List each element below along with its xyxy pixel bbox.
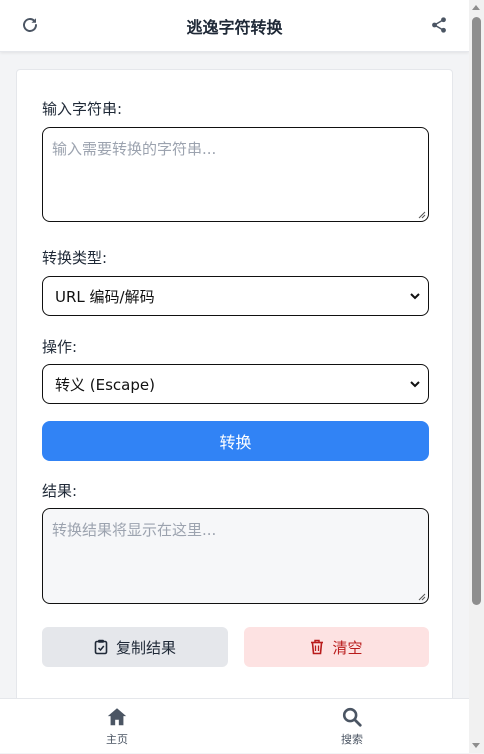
chevron-down-icon xyxy=(410,381,420,388)
converter-card: 输入字符串: 输入需要转换的字符串... 转换类型: URL 编码/解码 操作:… xyxy=(16,69,453,709)
scroll-down-icon[interactable] xyxy=(472,743,480,748)
nav-item-home[interactable]: 主页 xyxy=(57,699,177,754)
operation-label: 操作: xyxy=(42,338,78,356)
clear-label: 清空 xyxy=(332,638,363,657)
copy-result-button[interactable]: 复制结果 xyxy=(42,627,228,667)
input-label: 输入字符串: xyxy=(42,100,123,118)
search-icon xyxy=(342,707,362,727)
nav-label-search: 搜索 xyxy=(341,733,363,746)
result-label: 结果: xyxy=(42,482,78,500)
scrollbar[interactable] xyxy=(469,0,484,753)
input-placeholder: 输入需要转换的字符串... xyxy=(52,140,217,158)
nav-label-home: 主页 xyxy=(106,733,128,746)
input-textarea[interactable]: 输入需要转换的字符串... xyxy=(42,127,429,222)
bottom-nav: 主页 搜索 xyxy=(0,698,469,753)
nav-item-search[interactable]: 搜索 xyxy=(292,699,412,754)
home-icon xyxy=(107,708,127,726)
chevron-down-icon xyxy=(410,293,420,300)
resize-grip-icon[interactable] xyxy=(418,593,426,601)
conversion-type-label: 转换类型: xyxy=(42,249,108,267)
copy-result-label: 复制结果 xyxy=(115,638,176,657)
trash-icon xyxy=(311,639,324,655)
scrollbar-thumb[interactable] xyxy=(472,17,481,605)
top-bar: 逃逸字符转换 xyxy=(0,0,469,52)
clear-button[interactable]: 清空 xyxy=(244,627,429,667)
share-icon[interactable] xyxy=(430,16,448,34)
conversion-type-select[interactable]: URL 编码/解码 xyxy=(42,276,429,316)
convert-button[interactable]: 转换 xyxy=(42,421,429,461)
refresh-icon[interactable] xyxy=(21,16,39,34)
convert-button-label: 转换 xyxy=(219,433,252,452)
result-textarea[interactable]: 转换结果将显示在这里... xyxy=(42,508,429,604)
resize-grip-icon[interactable] xyxy=(418,211,426,219)
conversion-type-value: URL 编码/解码 xyxy=(55,287,155,306)
scroll-up-icon[interactable] xyxy=(472,5,480,10)
page-title: 逃逸字符转换 xyxy=(186,17,283,37)
clipboard-icon xyxy=(94,639,108,655)
result-placeholder: 转换结果将显示在这里... xyxy=(52,521,217,539)
operation-select[interactable]: 转义 (Escape) xyxy=(42,364,429,404)
operation-value: 转义 (Escape) xyxy=(55,375,155,394)
